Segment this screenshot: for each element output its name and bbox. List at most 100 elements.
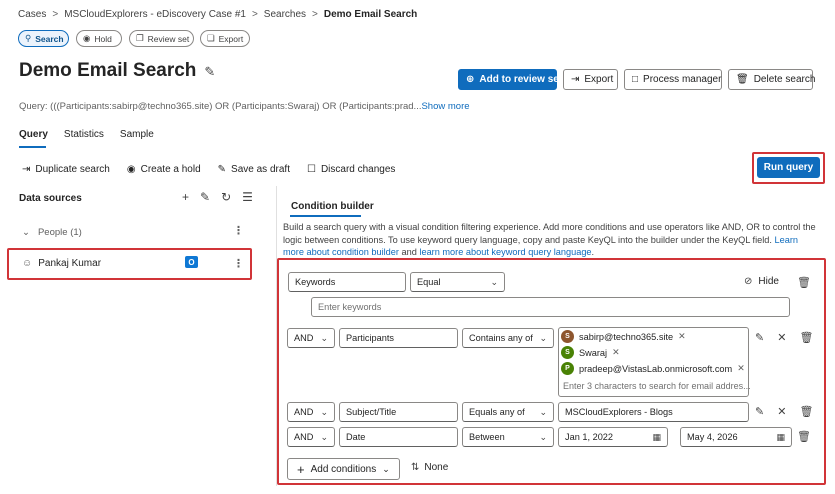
date-operator-select[interactable]: Between ⌄ [462,427,554,447]
tab-list: Query Statistics Sample [19,129,154,140]
search-list-icon[interactable]: ☰ [242,190,253,204]
participant-chip-text: sabirp@techno365.site [579,331,674,342]
add-circle-icon: ⊕ [466,73,475,85]
row-actions: ✎ ✕ 🗑 [755,405,813,418]
breadcrumb-cases[interactable]: Cases [18,9,46,20]
logic-value: AND [294,333,314,343]
delete-search-button[interactable]: 🗑 Delete search [728,69,815,90]
edit-icon[interactable]: ✎ [755,405,764,418]
participants-operator-select[interactable]: Contains any of ⌄ [462,328,554,348]
arrow-right-bar-icon: ⇥ [22,163,31,175]
chevron-right-icon: > [251,9,258,20]
more-options-icon[interactable]: ⋮ [233,257,244,270]
process-manager-button[interactable]: □ Process manager [624,69,722,90]
keywords-field-value: Keywords [295,277,336,287]
save-as-draft-button[interactable]: ✎ Save as draft [218,164,290,175]
person-item[interactable]: ☺ Pankaj Kumar [22,258,101,269]
logic-value: AND [294,407,314,417]
participants-field[interactable]: Participants [339,328,458,348]
add-icon[interactable]: + [182,190,189,204]
more-options-icon[interactable]: ⋮ [233,224,244,237]
breadcrumb-case[interactable]: MSCloudExplorers - eDiscovery Case #1 [64,9,246,20]
pill-review-set[interactable]: ❐ Review set [129,30,194,47]
keywords-input[interactable]: Enter keywords [311,297,790,317]
tab-sample[interactable]: Sample [120,129,154,140]
tab-statistics[interactable]: Statistics [64,129,104,140]
builder-description-text: Build a search query with a visual condi… [283,222,816,245]
create-hold-label: Create a hold [140,164,201,175]
page-title: Demo Email Search ✎ [19,60,215,82]
tab-query[interactable]: Query [19,129,48,140]
close-icon[interactable]: ✕ [777,405,786,418]
close-icon[interactable]: ✕ [777,331,786,344]
show-more-link[interactable]: Show more [421,101,469,112]
subject-field[interactable]: Subject/Title [339,402,458,422]
trash-icon[interactable]: 🗑 [799,405,813,418]
date-field-value: Date [346,432,366,442]
keywords-field[interactable]: Keywords [288,272,406,292]
duplicate-search-button[interactable]: ⇥ Duplicate search [22,164,110,175]
chevron-down-icon: ⌄ [539,431,547,442]
keywords-operator-select[interactable]: Equal ⌄ [410,272,505,292]
logic-select-subject[interactable]: AND ⌄ [287,402,335,422]
edit-icon[interactable]: ✎ [200,190,210,204]
data-sources-title: Data sources [19,193,82,204]
people-group[interactable]: ⌄ People (1) [22,227,82,238]
toolbar: ⇥ Duplicate search ◉ Create a hold ✎ Save a… [22,164,395,175]
date-from-input[interactable]: Jan 1, 2022 ▦ [558,427,668,447]
pill-hold-label: Hold [94,33,112,44]
none-button[interactable]: ⇅ None [411,462,448,473]
tab-selected-indicator [19,146,46,148]
learn-more-kql-link[interactable]: learn more about keyword query language [419,247,591,257]
outlook-icon: O [185,256,198,268]
eye-off-icon: ⊘ [744,276,753,287]
subject-operator-select[interactable]: Equals any of ⌄ [462,402,554,422]
review-set-icon: ❐ [136,33,144,44]
remove-icon[interactable]: ✕ [678,331,686,342]
search-icon: ⚲ [25,33,32,44]
trash-icon[interactable]: 🗑 [799,331,813,344]
avatar: P [561,362,574,375]
edit-icon[interactable]: ✎ [755,331,764,344]
avatar: S [561,330,574,343]
breadcrumb-searches[interactable]: Searches [264,9,306,20]
tab-condition-builder[interactable]: Condition builder [291,201,374,212]
pill-hold[interactable]: ◉ Hold [76,30,122,47]
chevron-down-icon: ⌄ [382,463,390,474]
calendar-icon[interactable]: ▦ [776,432,785,443]
logic-select-participants[interactable]: AND ⌄ [287,328,335,348]
subject-field-value: Subject/Title [346,407,397,417]
trash-icon[interactable]: 🗑 [797,430,811,443]
participant-chip: P pradeep@VistasLab.onmicrosoft.com ✕ [561,362,745,375]
breadcrumb-current: Demo Email Search [323,9,418,20]
subject-value-input[interactable]: MSCloudExplorers - Blogs [558,402,749,422]
pill-search[interactable]: ⚲ Search [18,30,69,47]
discard-changes-label: Discard changes [320,164,396,175]
add-conditions-button[interactable]: + Add conditions ⌄ [287,458,400,480]
pen-icon: ✎ [217,163,227,175]
run-query-button[interactable]: Run query [757,157,820,178]
remove-icon[interactable]: ✕ [612,347,620,358]
calendar-icon[interactable]: ▦ [652,432,661,443]
date-to-input[interactable]: May 4, 2026 ▦ [680,427,792,447]
add-to-review-set-label: Add to review set [479,74,563,85]
logic-value: AND [294,432,314,442]
process-icon: □ [632,73,639,85]
hide-button[interactable]: ⊘ Hide [744,276,779,287]
save-as-draft-label: Save as draft [231,164,290,175]
create-hold-button[interactable]: ◉ Create a hold [127,164,201,175]
edit-icon[interactable]: ✎ [204,65,215,78]
breadcrumb: Cases > MSCloudExplorers - eDiscovery Cas… [18,9,417,20]
discard-changes-button[interactable]: ☐ Discard changes [307,164,395,175]
participant-chip: S Swaraj ✕ [561,346,620,359]
date-field[interactable]: Date [339,427,458,447]
pill-export[interactable]: ❏ Export [200,30,250,47]
trash-icon[interactable]: 🗑 [797,276,811,289]
logic-select-date[interactable]: AND ⌄ [287,427,335,447]
lock-icon: ◉ [126,163,136,175]
export-button[interactable]: ⇥ Export [563,69,618,90]
remove-icon[interactable]: ✕ [737,363,745,374]
refresh-icon[interactable]: ↻ [221,190,231,204]
add-to-review-set-button[interactable]: ⊕ Add to review set [458,69,562,90]
none-label: None [424,462,449,473]
